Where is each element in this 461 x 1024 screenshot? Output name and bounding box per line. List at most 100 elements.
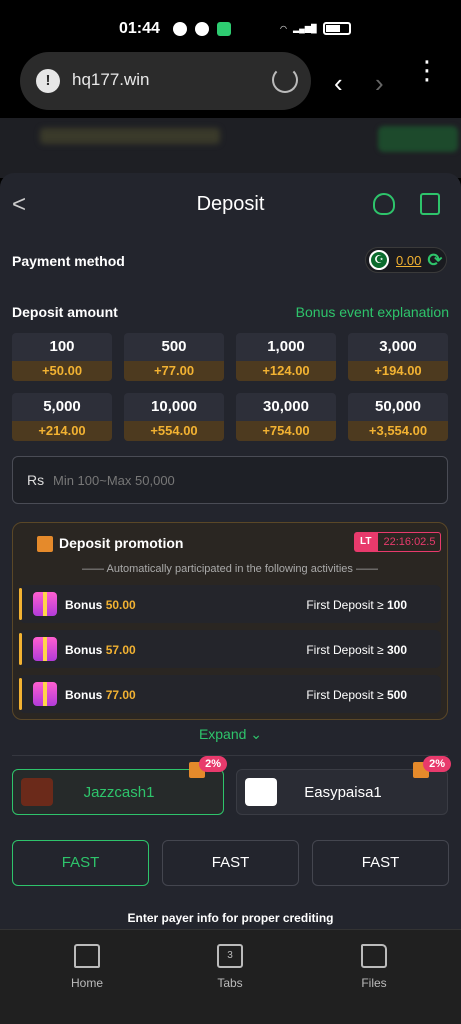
bottom-navigation: Home 3 Tabs Files (0, 929, 461, 1024)
amount-option[interactable]: 1,000 +124.00 (236, 333, 336, 381)
rebate-badge: 2% (199, 756, 227, 772)
background-blur-button (378, 126, 458, 152)
amount-bonus: +214.00 (12, 421, 112, 441)
amount-option[interactable]: 30,000 +754.00 (236, 393, 336, 441)
currency-label: Rs (27, 472, 45, 488)
status-time: 01:44 (119, 20, 160, 37)
condition-label: First Deposit ≥ (306, 598, 384, 612)
channel-name: Jazzcash1 (83, 784, 155, 801)
deposit-amount-label: Deposit amount (12, 304, 118, 320)
bonus-label: Bonus (65, 688, 103, 702)
gift-box-icon (33, 592, 57, 616)
balance-value: 0.00 (396, 252, 422, 268)
amount-option[interactable]: 3,000 +194.00 (348, 333, 448, 381)
promotion-row[interactable]: Bonus 77.00 First Deposit ≥ 500 (19, 675, 441, 713)
amount-option[interactable]: 5,000 +214.00 (12, 393, 112, 441)
history-icon[interactable] (420, 193, 440, 215)
amount-bonus: +50.00 (12, 361, 112, 381)
channel-name: Easypaisa1 (304, 784, 382, 801)
promotion-condition: First Deposit ≥ 100 (306, 598, 407, 612)
channel-easypaisa[interactable]: Easypaisa1 2% (236, 756, 451, 815)
promotion-row[interactable]: Bonus 57.00 First Deposit ≥ 300 (19, 630, 441, 668)
channel-jazzcash[interactable]: Jazzcash1 2% (12, 756, 227, 815)
bonus-label: Bonus (65, 643, 103, 657)
facebook-icon (173, 22, 187, 36)
amount-option[interactable]: 500 +77.00 (124, 333, 224, 381)
gift-icon (37, 536, 53, 552)
bonus-label: Bonus (65, 598, 103, 612)
tabs-icon: 3 (217, 944, 243, 968)
condition-label: First Deposit ≥ (306, 688, 384, 702)
bonus-event-link[interactable]: Bonus event explanation (296, 304, 449, 320)
bonus-value: 50.00 (105, 598, 136, 612)
amount-options: 100 +50.00 500 +77.00 1,000 +124.00 3,000 +1… (12, 333, 449, 441)
promotion-bonus: Bonus 50.00 (65, 598, 136, 612)
nav-home[interactable]: Home (47, 944, 127, 990)
promotion-row[interactable]: Bonus 50.00 First Deposit ≥ 100 (19, 585, 441, 623)
promotion-title: Deposit promotion (59, 535, 184, 551)
browser-forward-icon[interactable]: › (375, 68, 384, 99)
balance-chip[interactable]: ☪ 0.00 ⟳ (365, 247, 447, 273)
condition-value: 500 (386, 688, 407, 702)
amount-input[interactable] (53, 469, 433, 491)
amount-value: 10,000 (151, 398, 197, 415)
deposit-promotion-panel: Deposit promotion LT 22:16:02.5 —— Autom… (12, 522, 448, 720)
amount-option[interactable]: 10,000 +554.00 (124, 393, 224, 441)
amount-value: 500 (161, 338, 187, 355)
bonus-value: 77.00 (105, 688, 136, 702)
amount-option[interactable]: 50,000 +3,554.00 (348, 393, 448, 441)
promotion-condition: First Deposit ≥ 300 (306, 643, 407, 657)
status-bar: 01:44 ◠ ▂▄▆█ (0, 0, 461, 52)
timer-value: 22:16:02.5 (377, 532, 442, 552)
promotion-timer: LT 22:16:02.5 (354, 532, 442, 552)
nav-home-label: Home (70, 976, 103, 990)
background-page (0, 118, 461, 178)
battery-icon (322, 22, 351, 35)
address-bar[interactable]: ! hq177.win (20, 52, 311, 110)
condition-label: First Deposit ≥ (306, 643, 384, 657)
amount-bonus: +754.00 (236, 421, 336, 441)
browser-menu-icon[interactable]: ⋮ (414, 57, 440, 83)
payer-info-note: Enter payer info for proper crediting (127, 911, 334, 925)
url-text[interactable]: hq177.win (72, 70, 150, 90)
amount-bonus: +3,554.00 (348, 421, 448, 441)
messenger-icon (195, 22, 209, 36)
background-blur (40, 128, 220, 144)
deposit-sheet: < Deposit Payment method ☪ 0.00 ⟳ Deposi… (0, 173, 461, 933)
bonus-value: 57.00 (105, 643, 136, 657)
browser-bar: ! hq177.win ‹ › ⋮ (0, 52, 461, 118)
amount-input-field[interactable]: Rs (12, 456, 448, 504)
amount-value: 30,000 (263, 398, 309, 415)
folder-icon (361, 944, 387, 968)
nav-files[interactable]: Files (334, 944, 414, 990)
amount-value: 1,000 (267, 338, 305, 355)
status-system-icons: ◠ ▂▄▆█ (280, 22, 351, 35)
status-notification-icons (173, 22, 231, 36)
expand-button[interactable]: Expand ⌄ (0, 726, 461, 743)
home-icon (74, 944, 100, 968)
site-info-icon[interactable]: ! (36, 69, 60, 93)
reload-icon[interactable] (272, 67, 298, 93)
gift-box-icon (33, 682, 57, 706)
promotion-subtitle: —— Automatically participated in the fol… (82, 563, 378, 575)
limited-time-badge: LT (354, 532, 378, 552)
nav-files-label: Files (361, 976, 387, 990)
promotion-bonus: Bonus 77.00 (65, 688, 136, 702)
amount-option[interactable]: 100 +50.00 (12, 333, 112, 381)
condition-value: 100 (386, 598, 407, 612)
divider (12, 755, 448, 756)
support-headset-icon[interactable] (373, 193, 395, 215)
browser-back-icon[interactable]: ‹ (334, 68, 343, 99)
amount-value: 100 (49, 338, 75, 355)
refresh-icon[interactable]: ⟳ (427, 250, 442, 271)
signal-icon: ▂▄▆█ (292, 24, 317, 33)
fast-option[interactable]: FAST (312, 840, 449, 886)
amount-bonus: +554.00 (124, 421, 224, 441)
fast-option[interactable]: FAST (12, 840, 149, 886)
payment-method-label: Payment method (12, 253, 125, 269)
pakistan-flag-icon: ☪ (369, 250, 389, 270)
rebate-badge: 2% (423, 756, 451, 772)
nav-tabs[interactable]: 3 Tabs (190, 944, 270, 990)
fast-option[interactable]: FAST (162, 840, 299, 886)
amount-bonus: +124.00 (236, 361, 336, 381)
